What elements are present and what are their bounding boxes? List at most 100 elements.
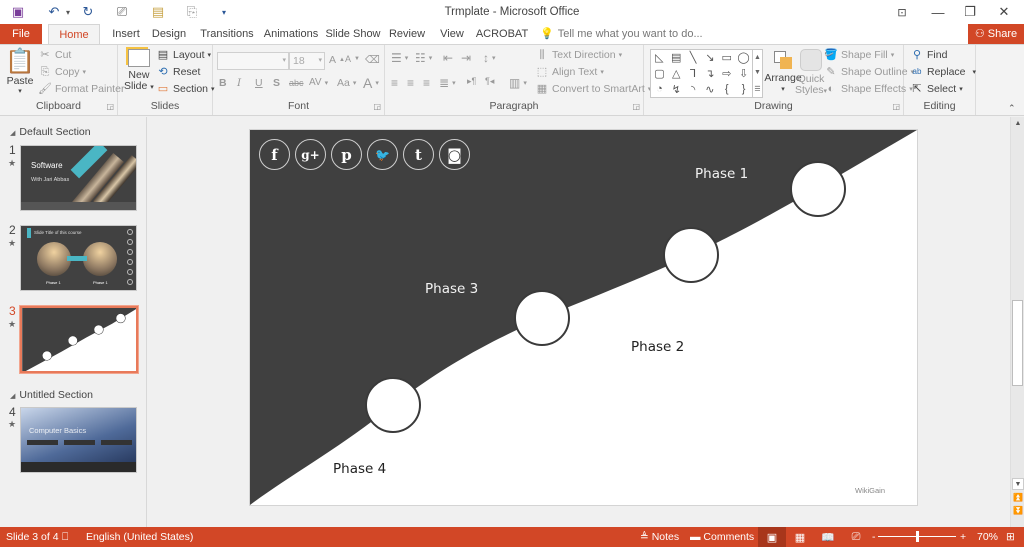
convert-smartart-button[interactable]: ▦Convert to SmartArt▾ <box>535 83 652 95</box>
numbering-button[interactable]: ☷ ▾ <box>415 51 432 65</box>
collapse-triangle-icon[interactable]: ◢ <box>10 393 15 400</box>
zoom-slider[interactable] <box>878 531 956 542</box>
notes-button[interactable]: ≜ Notes <box>640 527 679 547</box>
customize-qat-icon[interactable]: ▾ <box>214 3 234 21</box>
phase-2-label[interactable]: Phase 2 <box>631 339 684 355</box>
close-button[interactable]: ✕ <box>986 0 1022 24</box>
align-left-button[interactable]: ≡ <box>391 76 398 90</box>
new-slide-button[interactable]: New Slide ▾ <box>124 49 154 93</box>
align-center-button[interactable]: ≡ <box>407 76 414 90</box>
slide-thumbnail-1[interactable]: Software With Jari Abbas <box>20 145 137 211</box>
undo-dropdown-icon[interactable]: ▾ <box>58 3 78 21</box>
font-color-button[interactable]: A ▾ <box>363 75 379 91</box>
pinterest-icon[interactable]: p <box>331 139 362 170</box>
scroll-down-icon[interactable]: ▼ <box>754 69 761 76</box>
phase-1-label[interactable]: Phase 1 <box>695 166 748 182</box>
shape-option[interactable]: ⇨ <box>722 67 731 80</box>
shape-option[interactable]: ╲ <box>690 51 697 64</box>
google-plus-icon[interactable]: g+ <box>295 139 326 170</box>
tab-review[interactable]: Review <box>386 24 428 44</box>
shape-effects-button[interactable]: ◐ Shape Effects ▾ <box>824 83 913 95</box>
start-from-beginning-icon[interactable]: ⎚ <box>112 3 132 21</box>
twitter-icon[interactable]: 🐦 <box>367 139 398 170</box>
reset-button[interactable]: ⟲ Reset <box>156 66 200 78</box>
previous-slide-icon[interactable]: ⏫ <box>1012 492 1024 504</box>
phase-4-label[interactable]: Phase 4 <box>333 461 386 477</box>
next-slide-icon[interactable]: ⏬ <box>1012 505 1024 517</box>
tab-animations[interactable]: Animations <box>256 24 326 44</box>
section-button[interactable]: ▭ Section ▾ <box>156 83 215 95</box>
scroll-down-arrow-icon[interactable]: ▼ <box>1012 478 1024 490</box>
language-indicator[interactable]: English (United States) <box>86 527 193 547</box>
tumblr-icon[interactable]: t <box>403 139 434 170</box>
shape-option[interactable]: ∿ <box>705 83 714 96</box>
underline-button[interactable]: U <box>255 77 263 89</box>
cut-button[interactable]: ✂ Cut <box>38 49 71 61</box>
shape-option[interactable]: ↴ <box>705 67 714 80</box>
format-painter-button[interactable]: 🖌 Format Painter <box>38 83 124 95</box>
shape-option[interactable]: } <box>742 83 746 95</box>
instagram-icon[interactable]: ◙ <box>439 139 470 170</box>
share-button[interactable]: ⚇ Share <box>968 24 1024 44</box>
scroll-up-arrow-icon[interactable]: ▲ <box>1012 118 1024 130</box>
justify-button[interactable]: ≣ ▾ <box>439 76 456 90</box>
shape-option[interactable]: ◺ <box>655 51 663 64</box>
spell-check-icon[interactable]: ⎕ <box>62 527 68 547</box>
tab-acrobat[interactable]: ACROBAT <box>474 24 530 44</box>
ribbon-display-options-button[interactable]: ⊡ <box>884 0 920 24</box>
shape-option[interactable]: ▢ <box>654 67 664 80</box>
dialog-launcher-icon[interactable]: ◲ <box>106 102 114 111</box>
dialog-launcher-icon[interactable]: ◲ <box>892 102 900 111</box>
tab-home[interactable]: Home <box>48 24 100 45</box>
tab-slide-show[interactable]: Slide Show <box>322 24 384 44</box>
shapes-gallery[interactable]: ◺ ▤ ╲ ↘ ▭ ◯ ▢ △ ⅂ ↴ ⇨ ⇩ ◔ ↯ ◝ ∿ {} <box>650 49 753 98</box>
zoom-in-button[interactable]: + <box>960 527 966 547</box>
collapse-ribbon-icon[interactable]: ⌃ <box>1008 103 1016 114</box>
tab-design[interactable]: Design <box>144 24 194 44</box>
redo-icon[interactable]: ↻ <box>78 3 98 21</box>
section-header-default[interactable]: ◢ Default Section <box>10 126 91 138</box>
minimize-button[interactable]: — <box>920 0 956 24</box>
tab-insert[interactable]: Insert <box>104 24 148 44</box>
change-case-button[interactable]: Aa ▾ <box>337 77 356 89</box>
fit-to-window-icon[interactable]: ⊞ <box>1006 527 1015 547</box>
tab-view[interactable]: View <box>436 24 468 44</box>
scrollbar-thumb[interactable] <box>1012 300 1023 386</box>
slide-thumbnail-2[interactable]: Slide Title of this course Phase 1 Phase… <box>20 225 137 291</box>
line-spacing-button[interactable]: ↕ ▾ <box>483 51 496 65</box>
phase-3-label[interactable]: Phase 3 <box>425 281 478 297</box>
scroll-up-icon[interactable]: ▲ <box>754 54 761 61</box>
find-button[interactable]: ⚲ Find <box>910 49 947 61</box>
dialog-launcher-icon[interactable]: ◲ <box>632 102 640 111</box>
tab-transitions[interactable]: Transitions <box>192 24 262 44</box>
zoom-slider-thumb[interactable] <box>916 531 919 542</box>
slide-show-button[interactable]: ⎚ <box>842 527 870 547</box>
zoom-level[interactable]: 70% <box>977 527 998 547</box>
shape-option[interactable]: ▭ <box>722 51 732 64</box>
shapes-gallery-scroll[interactable]: ▲ ▼ ☰ <box>753 49 763 98</box>
shape-option[interactable]: ◯ <box>737 51 749 64</box>
facebook-icon[interactable]: f <box>259 139 290 170</box>
save-icon[interactable]: ▣ <box>8 3 28 21</box>
restore-button[interactable]: ❐ <box>952 0 988 24</box>
dialog-launcher-icon[interactable]: ◲ <box>373 102 381 111</box>
shape-fill-button[interactable]: 🪣 Shape Fill ▾ <box>824 49 894 61</box>
replace-button[interactable]: ab Replace ▾ <box>910 66 977 78</box>
shape-option[interactable]: { <box>725 83 729 95</box>
slide-thumbnail-3[interactable] <box>19 305 139 374</box>
current-slide[interactable]: Phase 1 Phase 2 Phase 3 Phase 4 WikiGain… <box>250 130 917 505</box>
font-name-combo[interactable]: ▾ <box>217 52 289 70</box>
character-spacing-button[interactable]: AV ▾ <box>309 77 328 88</box>
shape-option[interactable]: ⅂ <box>690 67 696 80</box>
layout-button[interactable]: ▤ Layout ▾ <box>156 49 211 61</box>
columns-button[interactable]: ▥ ▾ <box>509 76 527 90</box>
copy-qat-icon[interactable]: ⎘ <box>182 3 202 21</box>
font-size-combo[interactable]: 18 ▾ <box>289 52 325 70</box>
shrink-font-button[interactable]: A ▼ <box>345 54 360 64</box>
clear-formatting-icon[interactable]: ⌫ <box>365 54 380 66</box>
italic-button[interactable]: I <box>237 77 241 89</box>
reading-view-button[interactable]: 📖 <box>814 527 842 547</box>
tell-me-search[interactable]: 💡 Tell me what you want to do... <box>540 24 703 44</box>
shape-option[interactable]: ◝ <box>691 83 695 96</box>
collapse-triangle-icon[interactable]: ◢ <box>10 130 15 137</box>
